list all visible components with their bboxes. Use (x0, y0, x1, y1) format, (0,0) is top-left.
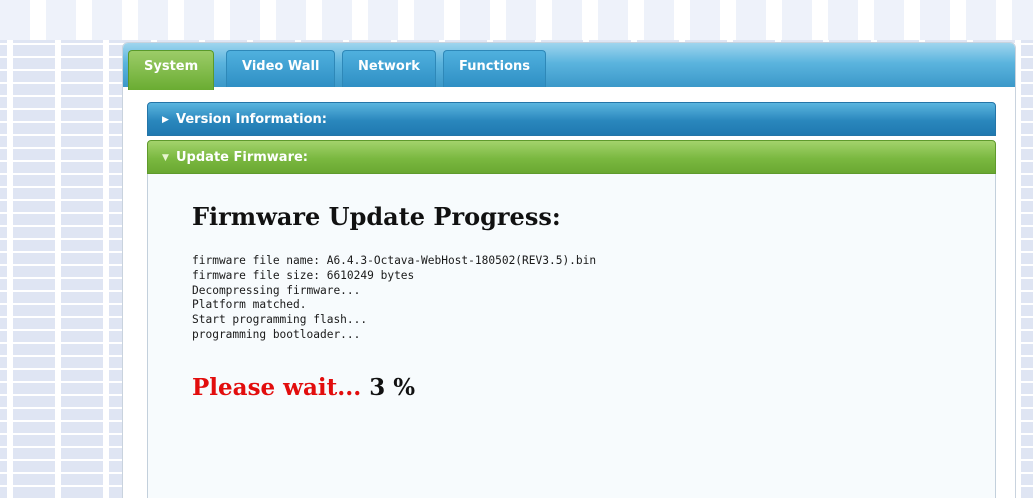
progress-status: Please wait... 3 % (192, 374, 415, 401)
log-line: Start programming flash... (192, 313, 368, 327)
page-title: Firmware Update Progress: (192, 202, 561, 231)
progress-percent: 3 % (369, 374, 416, 401)
settings-panel: System Video Wall Network Functions ▶ Ver… (122, 42, 1016, 498)
tab-video-wall[interactable]: Video Wall (226, 50, 336, 87)
caret-down-icon: ▼ (162, 153, 169, 163)
tab-network[interactable]: Network (342, 50, 436, 87)
update-firmware-content: Firmware Update Progress: firmware file … (147, 174, 996, 498)
version-information-header[interactable]: ▶ Version Information: (147, 102, 996, 136)
firmware-log: firmware file name: A6.4.3-Octava-WebHos… (192, 254, 596, 343)
tab-functions[interactable]: Functions (443, 50, 547, 87)
log-line: Platform matched. (192, 298, 307, 312)
update-firmware-header[interactable]: ▼ Update Firmware: (147, 140, 996, 174)
tab-system[interactable]: System (128, 50, 215, 90)
update-firmware-label: Update Firmware: (176, 150, 308, 165)
version-information-label: Version Information: (176, 112, 327, 127)
log-line: Decompressing firmware... (192, 283, 361, 297)
caret-right-icon: ▶ (162, 115, 169, 125)
please-wait-text: Please wait... (192, 374, 362, 401)
tab-bar: System Video Wall Network Functions (123, 43, 1015, 90)
log-line: firmware file size: 6610249 bytes (192, 268, 415, 282)
log-line: firmware file name: A6.4.3-Octava-WebHos… (192, 254, 597, 267)
log-line: programming bootloader... (192, 327, 361, 341)
header-band (0, 0, 1033, 40)
